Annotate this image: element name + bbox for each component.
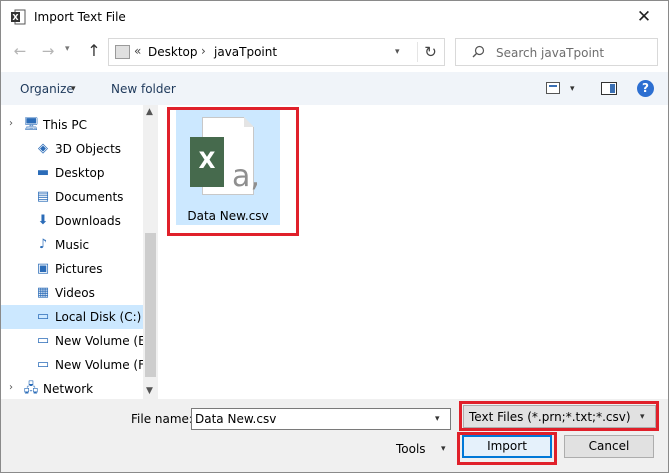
sidebar-item-label: Videos [55, 286, 95, 300]
tools-dropdown-icon[interactable]: ▾ [441, 444, 446, 454]
sidebar-item-label: Downloads [55, 214, 121, 228]
sidebar-item-label: Desktop [55, 166, 105, 180]
refresh-icon[interactable]: ↻ [417, 42, 443, 62]
change-view-icon[interactable] [546, 82, 560, 94]
file-name-input[interactable]: Data New.csv ▾ [191, 408, 451, 430]
help-icon[interactable]: ? [637, 80, 654, 97]
organize-button[interactable]: Organize [20, 82, 74, 96]
organize-dropdown-icon[interactable]: ▾ [71, 84, 76, 94]
sidebar-item-label: 3D Objects [55, 142, 122, 156]
network-icon: 🖧 [23, 381, 39, 396]
import-text-file-dialog: X Import Text File ✕ ← → ▾ ↑ « Desktop ›… [0, 0, 669, 473]
close-icon[interactable]: ✕ [629, 4, 659, 30]
breadcrumb-separator-icon[interactable]: › [201, 44, 206, 58]
window-title: Import Text File [34, 10, 126, 24]
sidebar-item-network[interactable]: › 🖧 Network [1, 377, 143, 399]
breadcrumb-desktop[interactable]: Desktop [148, 45, 198, 59]
view-options-dropdown-icon[interactable]: ▾ [570, 84, 575, 94]
sidebar-item-label: This PC [43, 118, 87, 132]
desktop-icon: ▬ [36, 165, 50, 180]
scroll-down-icon[interactable]: ▼ [146, 386, 153, 396]
sidebar-item-label: Documents [55, 190, 124, 204]
downloads-icon: ⬇ [37, 213, 49, 228]
search-box[interactable]: Search javaTpoint [455, 38, 658, 66]
music-icon: ♪ [38, 237, 48, 252]
sidebar-item-new-volume-e[interactable]: ▭ New Volume (E:) [1, 329, 155, 353]
sidebar-item-label: Music [55, 238, 90, 252]
recent-locations-dropdown-icon[interactable]: ▾ [65, 44, 70, 54]
computer-icon: 🖥 [23, 117, 40, 132]
title-bar: X Import Text File ✕ [1, 1, 668, 34]
file-name-dropdown-icon[interactable]: ▾ [435, 414, 440, 424]
search-icon [472, 45, 485, 58]
sidebar-item-music[interactable]: ♪ Music [1, 233, 143, 257]
file-name-value: Data New.csv [195, 412, 277, 426]
address-bar[interactable]: « Desktop › javaTpoint ▾ ↻ [108, 38, 445, 66]
expand-chevron-icon[interactable]: › [9, 118, 13, 129]
sidebar-item-new-volume-f[interactable]: ▭ New Volume (F:) [1, 353, 153, 377]
videos-icon: ▦ [36, 285, 50, 300]
address-dropdown-icon[interactable]: ▾ [395, 47, 400, 57]
tools-button[interactable]: Tools [396, 442, 426, 456]
documents-icon: ▤ [36, 189, 50, 204]
breadcrumb-overflow-icon[interactable]: « [134, 44, 141, 58]
drive-icon: ▭ [36, 357, 50, 372]
back-arrow-icon[interactable]: ← [11, 42, 29, 60]
drive-icon: ▭ [36, 333, 50, 348]
sidebar-item-label: New Volume (F:) [55, 358, 153, 372]
expand-chevron-icon[interactable]: › [9, 382, 13, 393]
3d-objects-icon: ◈ [38, 141, 48, 156]
file-name-label-text: File name: [131, 412, 193, 426]
sidebar-item-3d-objects[interactable]: ◈ 3D Objects [1, 137, 143, 161]
file-highlight-box [167, 107, 299, 236]
sidebar-item-downloads[interactable]: ⬇ Downloads [1, 209, 143, 233]
new-folder-button[interactable]: New folder [111, 82, 176, 96]
search-placeholder: Search javaTpoint [496, 46, 605, 60]
excel-app-icon: X [11, 9, 26, 25]
up-arrow-icon[interactable]: ↑ [85, 42, 103, 60]
command-bar: Organize ▾ New folder ▾ ? [1, 72, 668, 105]
svg-text:X: X [12, 13, 19, 22]
pictures-icon: ▣ [36, 261, 50, 276]
sidebar-item-desktop[interactable]: ▬ Desktop [1, 161, 143, 185]
scroll-up-icon[interactable]: ▲ [146, 107, 153, 117]
breadcrumb-javatpoint[interactable]: javaTpoint [214, 45, 277, 59]
folder-location-icon [115, 45, 130, 59]
scrollbar-thumb[interactable] [145, 233, 156, 377]
navigation-pane: › 🖥 This PC ◈ 3D Objects ▬ Desktop ▤ Documents ⬇ D… [1, 105, 158, 399]
forward-arrow-icon[interactable]: → [39, 42, 57, 60]
file-type-highlight-box [459, 401, 659, 431]
sidebar-item-local-disk-c[interactable]: ▭ Local Disk (C:) [1, 305, 143, 329]
drive-icon: ▭ [36, 309, 50, 324]
sidebar-item-this-pc[interactable]: › 🖥 This PC [1, 113, 143, 137]
navigation-bar: ← → ▾ ↑ « Desktop › javaTpoint ▾ ↻ Searc… [1, 34, 668, 70]
sidebar-item-videos[interactable]: ▦ Videos [1, 281, 143, 305]
sidebar-item-pictures[interactable]: ▣ Pictures [1, 257, 143, 281]
sidebar-item-documents[interactable]: ▤ Documents [1, 185, 143, 209]
navigation-scrollbar[interactable]: ▲ ▼ [143, 105, 158, 399]
sidebar-item-label: Local Disk (C:) [55, 310, 142, 324]
sidebar-item-label: New Volume (E:) [55, 334, 155, 348]
sidebar-item-label: Pictures [55, 262, 103, 276]
sidebar-item-label: Network [43, 382, 94, 396]
import-highlight-box [457, 432, 557, 465]
cancel-button[interactable]: Cancel [564, 435, 654, 458]
preview-pane-icon[interactable] [601, 82, 617, 95]
